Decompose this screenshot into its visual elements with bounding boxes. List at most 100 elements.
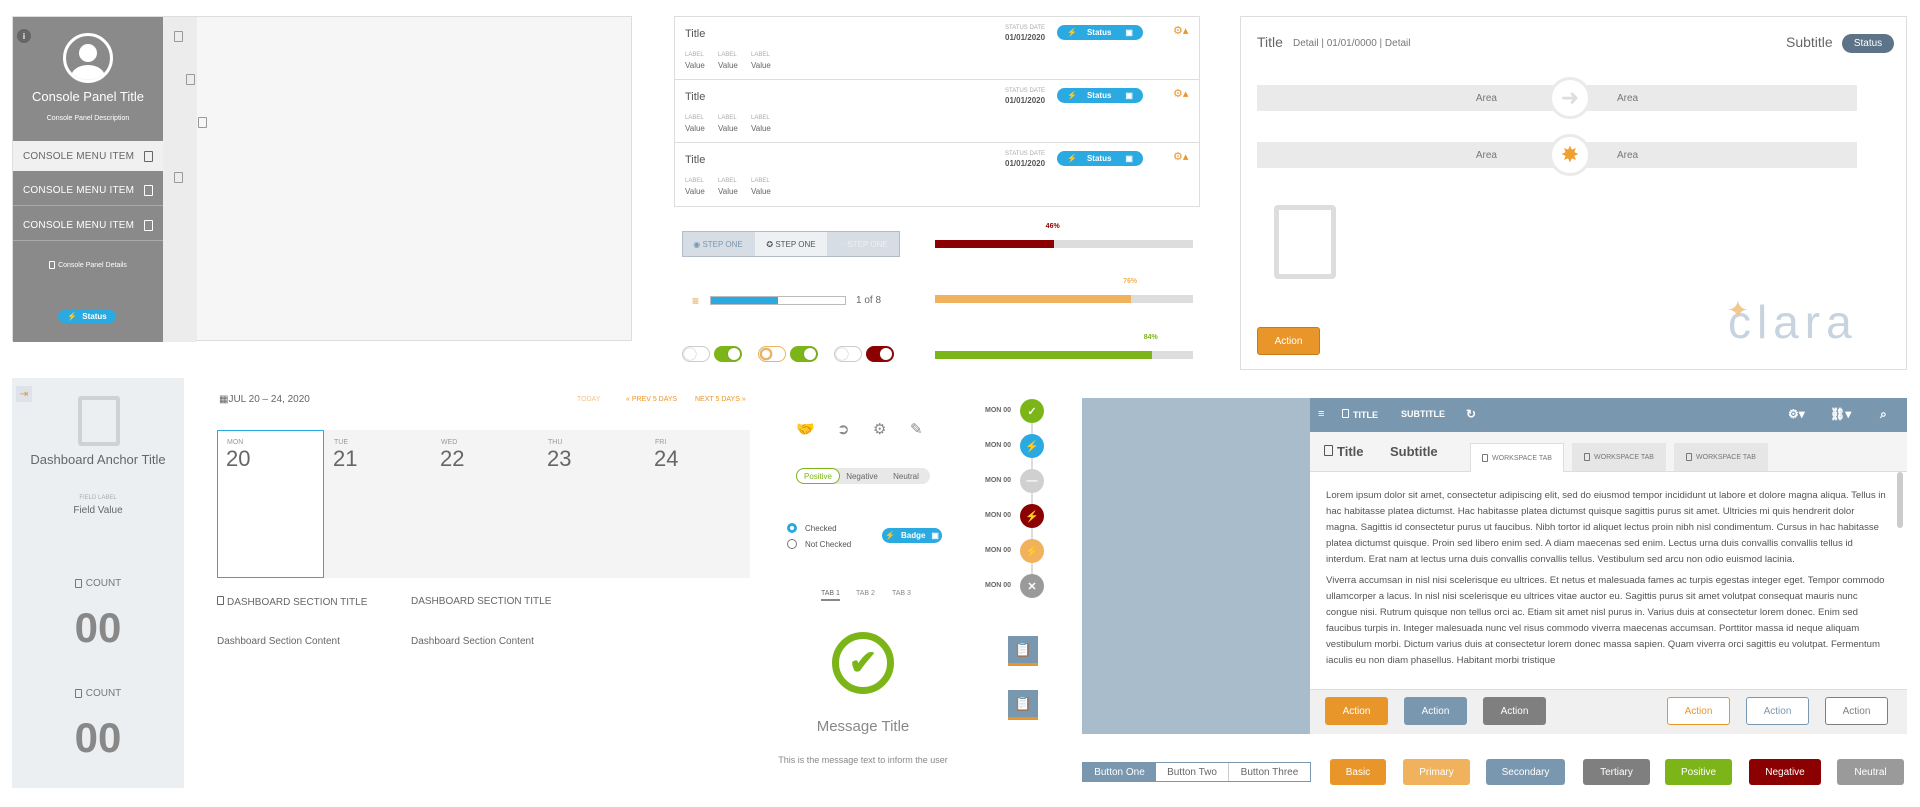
- collapse-icon[interactable]: ⇥: [16, 386, 32, 402]
- action-button[interactable]: Action: [1483, 697, 1546, 725]
- console-panel-description: Console Panel Description: [46, 115, 130, 122]
- list-item[interactable]: Title LABEL Value LABEL Value LABEL Value S…: [675, 80, 1199, 143]
- gear-icon[interactable]: ⚙▾: [1788, 407, 1805, 421]
- butterfly-icon: ✦: [1727, 295, 1749, 325]
- arrow-right-icon[interactable]: ➜: [1549, 77, 1591, 119]
- action-button[interactable]: Action: [1257, 327, 1320, 355]
- calendar-day[interactable]: MON 20: [217, 430, 324, 578]
- scrollbar[interactable]: [1897, 472, 1903, 528]
- document-icon[interactable]: [198, 117, 208, 128]
- gear-icon[interactable]: ⚙▴: [1173, 87, 1188, 100]
- tab-1[interactable]: TAB 1: [821, 590, 840, 601]
- status-badge[interactable]: ⚡ Status ▣: [1057, 25, 1143, 40]
- edit-icon[interactable]: ✎: [910, 420, 923, 438]
- radio-checked[interactable]: Checked: [787, 523, 837, 533]
- secondary-button[interactable]: Secondary: [1486, 759, 1565, 785]
- next-link[interactable]: NEXT 5 DAYS »: [695, 396, 746, 403]
- status-badge[interactable]: Status: [1842, 34, 1894, 53]
- console-panel-details[interactable]: Console Panel Details: [13, 261, 163, 269]
- radio-unchecked[interactable]: Not Checked: [787, 539, 851, 549]
- console-menu-item[interactable]: CONSOLE MENU ITEM: [13, 211, 163, 241]
- arrow-circle-icon[interactable]: ➲: [837, 420, 850, 438]
- action-button-outline[interactable]: Action: [1667, 697, 1730, 725]
- calendar-day[interactable]: FRI 24: [645, 430, 750, 578]
- calendar-day[interactable]: TUE 21: [324, 430, 431, 578]
- toggle-off[interactable]: [682, 346, 710, 362]
- status-badge[interactable]: ⚡ Status: [58, 310, 116, 323]
- tab-3[interactable]: TAB 3: [892, 590, 911, 597]
- action-button[interactable]: Action: [1325, 697, 1388, 725]
- progress-label: 46%: [1045, 223, 1060, 230]
- console-menu-item[interactable]: CONSOLE MENU ITEM: [13, 176, 163, 206]
- button-three[interactable]: Button Three: [1229, 763, 1310, 781]
- progress-fill: [935, 351, 1152, 359]
- today-link[interactable]: TODAY: [577, 396, 600, 403]
- badge[interactable]: ⚡ Badge ▣: [882, 528, 942, 543]
- workspace-content: Lorem ipsum dolor sit amet, consectetur …: [1326, 488, 1886, 688]
- handshake-icon[interactable]: 🤝: [796, 420, 815, 438]
- tertiary-button[interactable]: Tertiary: [1583, 759, 1650, 785]
- gear-icon[interactable]: ⚙▴: [1173, 24, 1188, 37]
- prev-link[interactable]: « PREV 5 DAYS: [626, 396, 677, 403]
- neutral-button[interactable]: Neutral: [1837, 759, 1904, 785]
- button-two[interactable]: Button Two: [1156, 763, 1229, 781]
- progress-label: 84%: [1143, 334, 1158, 341]
- gears-icon[interactable]: ⚙: [873, 420, 886, 438]
- tab-2[interactable]: TAB 2: [856, 590, 875, 597]
- menu-icon[interactable]: ≡: [1318, 408, 1324, 420]
- timeline-dot[interactable]: ⚡: [1020, 434, 1044, 458]
- toggle-on[interactable]: [714, 346, 742, 362]
- list-item[interactable]: Title LABEL Value LABEL Value LABEL Value S…: [675, 143, 1199, 206]
- action-button-outline[interactable]: Action: [1746, 697, 1809, 725]
- timeline-dot[interactable]: ⚡: [1020, 504, 1044, 528]
- hierarchy-icon[interactable]: ⛓▾: [1830, 407, 1851, 421]
- action-button-outline[interactable]: Action: [1825, 697, 1888, 725]
- menu-icon[interactable]: ≡: [692, 294, 699, 308]
- step-item[interactable]: ◌ STEP ONE: [829, 232, 899, 256]
- calendar-day[interactable]: THU 23: [538, 430, 645, 578]
- step-item-active[interactable]: ✪ STEP ONE: [755, 232, 827, 256]
- console-menu-item[interactable]: CONSOLE MENU ITEM: [13, 141, 163, 171]
- negative-button[interactable]: Negative: [1749, 759, 1821, 785]
- document-icon[interactable]: [186, 74, 196, 85]
- status-badge[interactable]: ⚡ Status ▣: [1057, 151, 1143, 166]
- workspace-tab-active[interactable]: WORKSPACE TAB: [1470, 443, 1564, 472]
- basic-button[interactable]: Basic: [1330, 759, 1386, 785]
- gear-icon[interactable]: ⚙▴: [1173, 150, 1188, 163]
- segment-positive[interactable]: Positive: [796, 468, 840, 484]
- document-icon[interactable]: [174, 172, 183, 183]
- document-icon: [217, 596, 224, 605]
- workspace-tab[interactable]: WORKSPACE TAB: [1674, 443, 1768, 471]
- action-button[interactable]: Action: [1404, 697, 1467, 725]
- clipboard-alert-icon[interactable]: 📋: [1008, 690, 1038, 720]
- field-value: Value: [685, 124, 705, 133]
- clipboard-icon[interactable]: 📋: [1008, 636, 1038, 666]
- segment-negative[interactable]: Negative: [840, 468, 884, 484]
- refresh-icon[interactable]: ↻: [1466, 407, 1476, 421]
- timeline-dot[interactable]: ✕: [1020, 574, 1044, 598]
- field-value: Value: [718, 61, 738, 70]
- butterfly-icon[interactable]: ✸: [1549, 134, 1591, 176]
- button-one[interactable]: Button One: [1083, 763, 1156, 781]
- positive-button[interactable]: Positive: [1665, 759, 1732, 785]
- document-icon: [1482, 454, 1489, 462]
- timeline-dot[interactable]: —: [1020, 469, 1044, 493]
- timeline-dot[interactable]: ✓: [1020, 399, 1044, 423]
- segment-neutral[interactable]: Neutral: [884, 468, 928, 484]
- primary-button[interactable]: Primary: [1403, 759, 1470, 785]
- toggle-on[interactable]: [866, 346, 894, 362]
- step-item[interactable]: ◉ STEP ONE: [683, 232, 753, 256]
- toggle-off[interactable]: [834, 346, 862, 362]
- info-icon[interactable]: i: [17, 29, 31, 43]
- workspace-tab[interactable]: WORKSPACE TAB: [1572, 443, 1666, 471]
- status-badge[interactable]: ⚡ Status ▣: [1057, 88, 1143, 103]
- toggle-off[interactable]: [758, 346, 786, 362]
- calendar-day[interactable]: WED 22: [431, 430, 538, 578]
- search-icon[interactable]: ⌕: [1880, 407, 1887, 422]
- timeline-dot[interactable]: ⚡: [1020, 539, 1044, 563]
- card-detail: Detail | 01/01/0000 | Detail: [1293, 38, 1411, 49]
- list-item[interactable]: Title LABEL Value LABEL Value LABEL Value S…: [675, 17, 1199, 80]
- toggle-on[interactable]: [790, 346, 818, 362]
- document-icon[interactable]: [174, 31, 183, 42]
- paragraph: Viverra accumsan in nisl nisi scelerisqu…: [1326, 575, 1885, 666]
